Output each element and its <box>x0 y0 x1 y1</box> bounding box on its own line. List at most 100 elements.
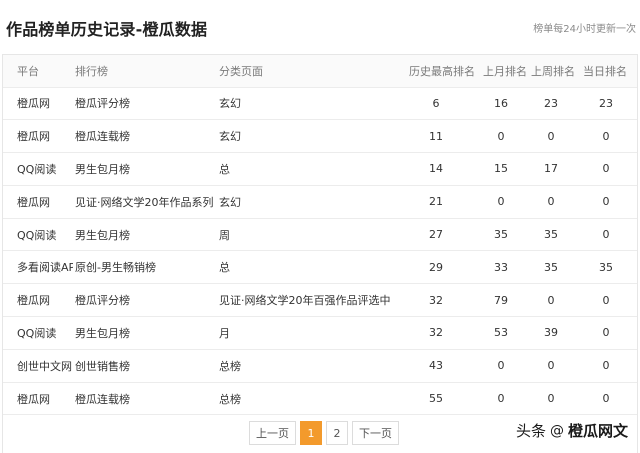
cell-last-week-rank: 0 <box>527 283 575 318</box>
ranking-history-table: 平台 排行榜 分类页面 历史最高排名 上月排名 上周排名 当日排名 橙瓜网 橙瓜评… <box>3 55 637 416</box>
cell-category: 总 <box>217 152 397 186</box>
cell-last-month-rank: 16 <box>475 87 527 121</box>
cell-last-month-rank: 0 <box>475 382 527 416</box>
cell-ranking-list: 原创-男生畅销榜 <box>73 250 217 285</box>
cell-last-month-rank: 0 <box>475 185 527 219</box>
cell-best-rank: 32 <box>397 316 475 350</box>
page-2-button[interactable]: 2 <box>326 421 348 445</box>
cell-last-week-rank: 0 <box>527 119 575 154</box>
cell-platform: 橙瓜网 <box>3 283 73 318</box>
cell-ranking-list: 创世销售榜 <box>73 349 217 383</box>
cell-category: 总榜 <box>217 382 397 416</box>
cell-platform: 多看阅读APP <box>3 250 73 285</box>
cell-ranking-list: 橙瓜连载榜 <box>73 119 217 154</box>
cell-last-week-rank: 0 <box>527 382 575 416</box>
column-header-category: 分类页面 <box>217 55 397 88</box>
table-row: 橙瓜网 橙瓜评分榜 玄幻 6 16 23 23 <box>3 87 637 121</box>
cell-last-month-rank: 33 <box>475 250 527 285</box>
table-row: QQ阅读 男生包月榜月 32 53 39 0 <box>3 316 637 350</box>
cell-best-rank: 27 <box>397 218 475 252</box>
cell-ranking-list: 橙瓜连载榜 <box>73 382 217 416</box>
cell-today-rank: 0 <box>575 185 637 219</box>
cell-ranking-list: 橙瓜评分榜 <box>73 87 217 121</box>
prev-page-button[interactable]: 上一页 <box>249 421 296 445</box>
cell-last-month-rank: 0 <box>475 349 527 383</box>
column-header-ranking-list: 排行榜 <box>73 55 217 88</box>
cell-today-rank: 0 <box>575 283 637 318</box>
table-row: 橙瓜网 橙瓜评分榜 见证·网络文学20年百强作品评选中 32 79 0 0 <box>3 283 637 318</box>
cell-platform: QQ阅读 <box>3 316 73 350</box>
cell-best-rank: 55 <box>397 382 475 416</box>
cell-category: 玄幻 <box>217 185 397 219</box>
cell-last-week-rank: 0 <box>527 349 575 383</box>
cell-last-week-rank: 35 <box>527 250 575 285</box>
cell-last-week-rank: 39 <box>527 316 575 350</box>
cell-last-month-rank: 79 <box>475 283 527 318</box>
next-page-button[interactable]: 下一页 <box>352 421 399 445</box>
cell-best-rank: 21 <box>397 185 475 219</box>
table-row: 橙瓜网 橙瓜连载榜 总榜 55 0 0 0 <box>3 382 637 416</box>
page-1-button[interactable]: 1 <box>300 421 322 445</box>
cell-best-rank: 11 <box>397 119 475 154</box>
watermark-at-sign: @ <box>549 422 564 439</box>
cell-last-month-rank: 0 <box>475 119 527 154</box>
page-title: 作品榜单历史记录-橙瓜数据 <box>6 20 208 39</box>
cell-platform: 橙瓜网 <box>3 185 73 219</box>
cell-best-rank: 29 <box>397 250 475 285</box>
cell-today-rank: 0 <box>575 152 637 186</box>
table-row: 橙瓜网 橙瓜连载榜 玄幻 11 0 0 0 <box>3 119 637 154</box>
cell-today-rank: 0 <box>575 382 637 416</box>
cell-best-rank: 6 <box>397 87 475 121</box>
cell-last-week-rank: 17 <box>527 152 575 186</box>
watermark: 头条 @ 橙瓜网文 <box>516 420 628 441</box>
table-header-row: 平台 排行榜 分类页面 历史最高排名 上月排名 上周排名 当日排名 <box>3 55 637 88</box>
cell-category: 总榜 <box>217 349 397 383</box>
cell-last-week-rank: 0 <box>527 185 575 219</box>
cell-today-rank: 0 <box>575 119 637 154</box>
column-header-last-week: 上周排名 <box>527 55 575 88</box>
cell-category: 见证·网络文学20年百强作品评选中 <box>217 283 397 318</box>
cell-ranking-list: 男生包月榜 <box>73 316 217 350</box>
cell-last-month-rank: 35 <box>475 218 527 252</box>
cell-today-rank: 0 <box>575 316 637 350</box>
table-row: QQ阅读 男生包月榜总 14 15 17 0 <box>3 152 637 186</box>
table-row: 创世中文网 创世销售榜 总榜 43 0 0 0 <box>3 349 637 383</box>
column-header-today: 当日排名 <box>575 55 637 88</box>
page-header: 作品榜单历史记录-橙瓜数据 榜单每24小时更新一次 <box>0 0 640 54</box>
watermark-brand: 头条 <box>515 422 546 440</box>
cell-category: 周 <box>217 218 397 252</box>
watermark-account-name: 橙瓜网文 <box>567 422 628 440</box>
pagination: 上一页 1 2 下一页 <box>249 421 399 445</box>
cell-today-rank: 23 <box>575 87 637 121</box>
cell-ranking-list: 男生包月榜 <box>73 218 217 252</box>
cell-best-rank: 14 <box>397 152 475 186</box>
column-header-last-month: 上月排名 <box>475 55 527 88</box>
cell-last-week-rank: 23 <box>527 87 575 121</box>
cell-platform: 橙瓜网 <box>3 119 73 154</box>
table-row: QQ阅读 男生包月榜周 27 35 35 0 <box>3 218 637 252</box>
cell-platform: 橙瓜网 <box>3 87 73 121</box>
cell-today-rank: 0 <box>575 218 637 252</box>
cell-ranking-list: 见证·网络文学20年作品系列 <box>73 185 217 219</box>
cell-best-rank: 32 <box>397 283 475 318</box>
cell-category: 总 <box>217 250 397 285</box>
update-note: 榜单每24小时更新一次 <box>533 24 636 35</box>
column-header-best-rank: 历史最高排名 <box>397 55 475 88</box>
cell-category: 玄幻 <box>217 87 397 121</box>
cell-platform: 橙瓜网 <box>3 382 73 416</box>
ranking-history-panel: 平台 排行榜 分类页面 历史最高排名 上月排名 上周排名 当日排名 橙瓜网 橙瓜评… <box>2 54 638 453</box>
cell-last-month-rank: 53 <box>475 316 527 350</box>
table-row: 多看阅读APP原创-男生畅销榜总29333535 <box>3 250 637 285</box>
cell-platform: QQ阅读 <box>3 218 73 252</box>
column-header-platform: 平台 <box>3 55 73 88</box>
cell-ranking-list: 男生包月榜 <box>73 152 217 186</box>
cell-platform: QQ阅读 <box>3 152 73 186</box>
cell-today-rank: 35 <box>575 250 637 285</box>
cell-category: 玄幻 <box>217 119 397 154</box>
cell-platform: 创世中文网 <box>3 349 73 383</box>
cell-ranking-list: 橙瓜评分榜 <box>73 283 217 318</box>
cell-last-month-rank: 15 <box>475 152 527 186</box>
cell-best-rank: 43 <box>397 349 475 383</box>
table-row: 橙瓜网 见证·网络文学20年作品系列 玄幻 21 0 0 0 <box>3 185 637 219</box>
cell-today-rank: 0 <box>575 349 637 383</box>
